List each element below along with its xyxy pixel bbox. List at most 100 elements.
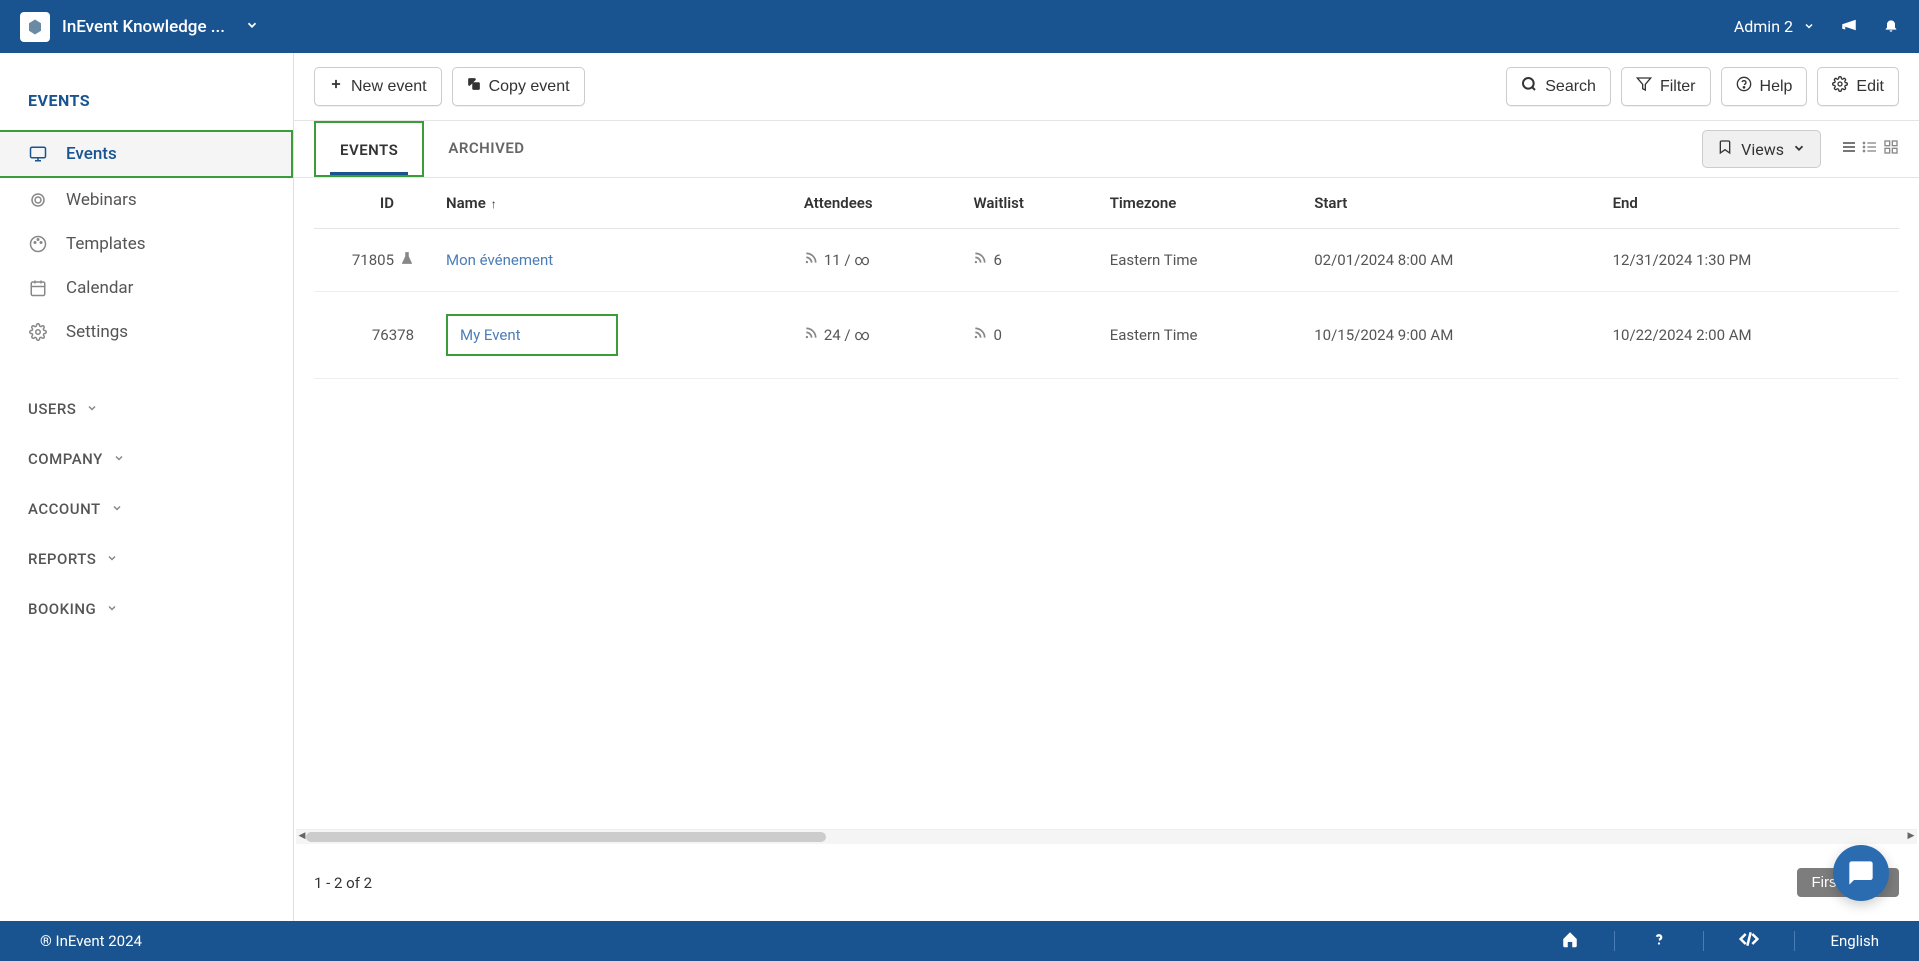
home-icon[interactable] <box>1561 930 1579 952</box>
views-dropdown[interactable]: Views <box>1702 130 1821 168</box>
sidebar-item-events[interactable]: Events <box>0 130 293 178</box>
copyright: ® InEvent 2024 <box>40 932 142 950</box>
pager-row: 1 - 2 of 2 First 1 <box>294 844 1919 921</box>
sidebar-item-label: Templates <box>66 234 146 254</box>
rss-icon <box>973 326 987 344</box>
cell-timezone: Eastern Time <box>1098 292 1303 379</box>
sidebar: EVENTS Events Webinars Templates Calenda… <box>0 53 294 921</box>
sidebar-item-webinars[interactable]: Webinars <box>0 178 293 222</box>
cell-end: 10/22/2024 2:00 AM <box>1601 292 1899 379</box>
monitor-icon <box>28 145 48 163</box>
toolbar: New event Copy event Search Filter <box>294 53 1919 121</box>
help-button[interactable]: Help <box>1721 67 1808 106</box>
sort-arrow-up-icon: ↑ <box>491 197 497 211</box>
tab-events[interactable]: EVENTS <box>314 121 424 177</box>
cell-waitlist: 6 <box>961 229 1097 292</box>
list-icon[interactable] <box>1862 139 1878 159</box>
filter-button[interactable]: Filter <box>1621 67 1711 106</box>
chevron-down-icon <box>113 450 125 468</box>
user-menu[interactable]: Admin 2 <box>1734 17 1815 36</box>
table-row[interactable]: 76378My Event24 / ∞0Eastern Time10/15/20… <box>314 292 1899 379</box>
user-name: Admin 2 <box>1734 17 1793 36</box>
chevron-down-icon <box>106 600 118 618</box>
bookmark-icon <box>1717 139 1733 159</box>
pager-info: 1 - 2 of 2 <box>314 874 372 892</box>
cell-waitlist: 0 <box>961 292 1097 379</box>
megaphone-icon[interactable] <box>1840 16 1858 38</box>
cell-end: 12/31/2024 1:30 PM <box>1601 229 1899 292</box>
help-icon <box>1736 76 1752 97</box>
cell-id: 76378 <box>314 292 434 379</box>
col-header-name[interactable]: Name↑ <box>434 178 792 229</box>
workspace-name: InEvent Knowledge ... <box>62 17 225 37</box>
new-event-button[interactable]: New event <box>314 67 442 106</box>
sidebar-item-settings[interactable]: Settings <box>0 310 293 354</box>
cell-timezone: Eastern Time <box>1098 229 1303 292</box>
flask-icon <box>400 253 414 269</box>
sidebar-item-label: Events <box>66 144 117 164</box>
sidebar-section-title: EVENTS <box>0 83 293 130</box>
scrollbar-thumb[interactable] <box>306 832 826 842</box>
rss-icon <box>804 326 818 344</box>
filter-icon <box>1636 76 1652 97</box>
col-header-waitlist[interactable]: Waitlist <box>961 178 1097 229</box>
cell-name: Mon événement <box>434 229 792 292</box>
chevron-down-icon <box>1803 17 1815 36</box>
event-link[interactable]: My Event <box>446 314 618 356</box>
sidebar-item-label: Settings <box>66 322 128 342</box>
horizontal-scrollbar[interactable]: ◀ ▶ <box>296 829 1917 844</box>
list-dense-icon[interactable] <box>1841 139 1857 159</box>
rss-icon <box>973 251 987 269</box>
sidebar-group-company[interactable]: COMPANY <box>0 434 293 484</box>
sidebar-item-label: Webinars <box>66 190 137 210</box>
sidebar-group-reports[interactable]: REPORTS <box>0 534 293 584</box>
sidebar-item-calendar[interactable]: Calendar <box>0 266 293 310</box>
search-button[interactable]: Search <box>1506 67 1611 106</box>
cell-name: My Event <box>434 292 792 379</box>
grid-icon[interactable] <box>1883 139 1899 159</box>
chevron-down-icon <box>111 500 123 518</box>
col-header-start[interactable]: Start <box>1302 178 1600 229</box>
cell-attendees: 24 / ∞ <box>792 292 962 379</box>
plus-icon <box>329 77 343 96</box>
sidebar-group-account[interactable]: ACCOUNT <box>0 484 293 534</box>
main-content: New event Copy event Search Filter <box>294 53 1919 921</box>
workspace-selector[interactable]: InEvent Knowledge ... <box>62 17 259 37</box>
webinar-icon <box>28 191 48 209</box>
scroll-right-icon[interactable]: ▶ <box>1905 831 1917 841</box>
gear-icon <box>1832 76 1848 97</box>
language-selector[interactable]: English <box>1830 932 1879 950</box>
table-row[interactable]: 71805Mon événement11 / ∞6Eastern Time02/… <box>314 229 1899 292</box>
event-link[interactable]: Mon événement <box>446 251 553 269</box>
chevron-down-icon <box>245 17 259 37</box>
edit-button[interactable]: Edit <box>1817 67 1899 106</box>
col-header-timezone[interactable]: Timezone <box>1098 178 1303 229</box>
tab-archived[interactable]: ARCHIVED <box>424 121 548 177</box>
chevron-down-icon <box>106 550 118 568</box>
sidebar-item-label: Calendar <box>66 278 133 298</box>
sidebar-group-users[interactable]: USERS <box>0 384 293 434</box>
code-icon[interactable] <box>1739 929 1759 953</box>
sidebar-item-templates[interactable]: Templates <box>0 222 293 266</box>
chat-bubble[interactable] <box>1833 845 1889 901</box>
cell-start: 02/01/2024 8:00 AM <box>1302 229 1600 292</box>
cell-attendees: 11 / ∞ <box>792 229 962 292</box>
bell-icon[interactable] <box>1883 17 1899 37</box>
sidebar-group-booking[interactable]: BOOKING <box>0 584 293 634</box>
chevron-down-icon <box>1792 140 1806 159</box>
question-icon[interactable] <box>1650 930 1668 952</box>
col-header-end[interactable]: End <box>1601 178 1899 229</box>
copy-event-button[interactable]: Copy event <box>452 67 585 106</box>
copy-icon <box>467 77 481 96</box>
topbar: InEvent Knowledge ... Admin 2 <box>0 0 1919 53</box>
gear-icon <box>28 323 48 341</box>
col-header-id[interactable]: ID <box>314 178 434 229</box>
chevron-down-icon <box>86 400 98 418</box>
tabs-row: EVENTS ARCHIVED Views <box>294 121 1919 178</box>
logo[interactable] <box>20 12 50 42</box>
footer: ® InEvent 2024 English <box>0 921 1919 961</box>
col-header-attendees[interactable]: Attendees <box>792 178 962 229</box>
rss-icon <box>804 251 818 269</box>
palette-icon <box>28 235 48 253</box>
calendar-icon <box>28 279 48 297</box>
